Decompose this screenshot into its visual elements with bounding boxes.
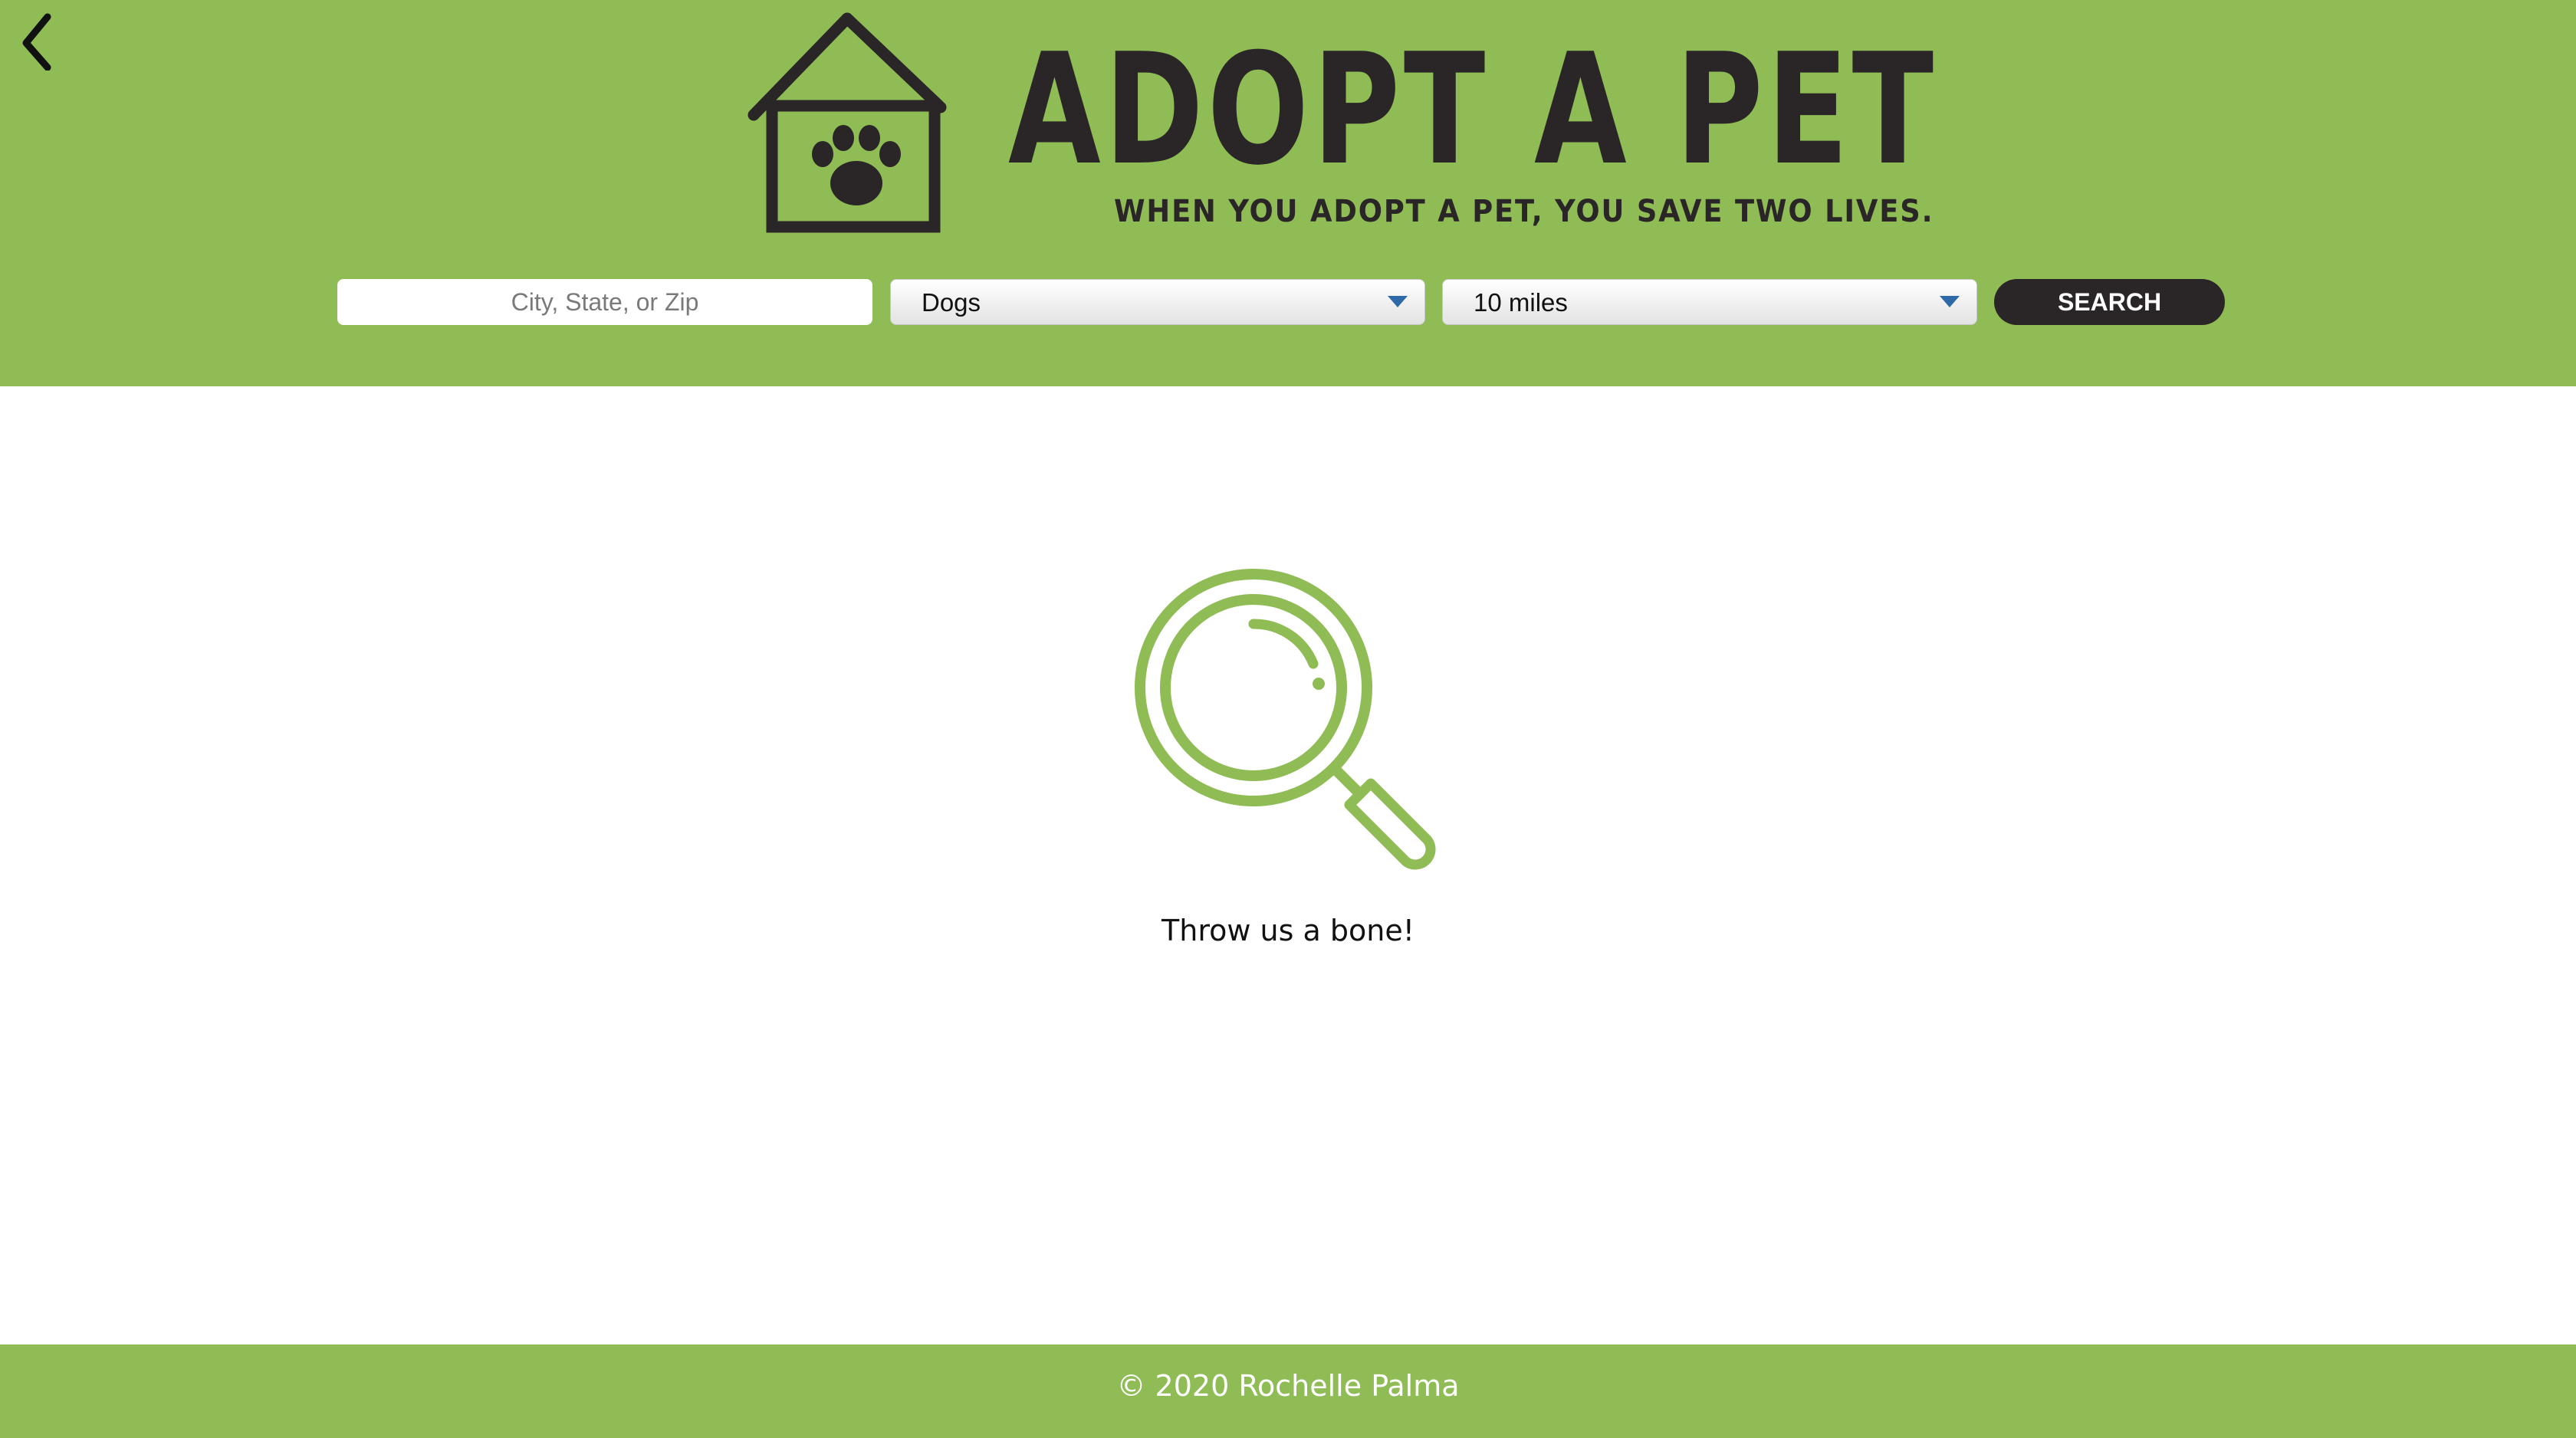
magnifying-glass-icon — [1135, 569, 1436, 870]
distance-value: 10 miles — [1474, 288, 1568, 317]
animal-type-select[interactable]: Dogs — [890, 279, 1425, 325]
animal-type-value: Dogs — [922, 288, 981, 317]
back-button[interactable] — [17, 9, 63, 71]
site-logo[interactable]: ADOPT A PET WHEN YOU ADOPT A PET, YOU SA… — [748, 11, 1934, 241]
site-header: ADOPT A PET WHEN YOU ADOPT A PET, YOU SA… — [0, 0, 2576, 386]
search-bar: Dogs 10 miles SEARCH — [337, 279, 2225, 325]
chevron-left-icon — [22, 13, 51, 71]
copyright-text: © 2020 Rochelle Palma — [1116, 1369, 1460, 1403]
search-button[interactable]: SEARCH — [1994, 279, 2225, 325]
location-input[interactable] — [337, 279, 872, 325]
dropdown-arrow-icon — [1940, 296, 1960, 307]
dropdown-arrow-icon — [1388, 296, 1408, 307]
doghouse-paw-icon — [748, 12, 947, 233]
empty-message: Throw us a bone! — [1162, 914, 1414, 947]
logo-tagline: WHEN YOU ADOPT A PET, YOU SAVE TWO LIVES… — [1114, 194, 1934, 229]
logo-title: ADOPT A PET — [1008, 21, 1937, 199]
empty-results: Throw us a bone! — [0, 386, 2576, 1344]
site-footer: © 2020 Rochelle Palma — [0, 1344, 2576, 1438]
distance-select[interactable]: 10 miles — [1442, 279, 1977, 325]
